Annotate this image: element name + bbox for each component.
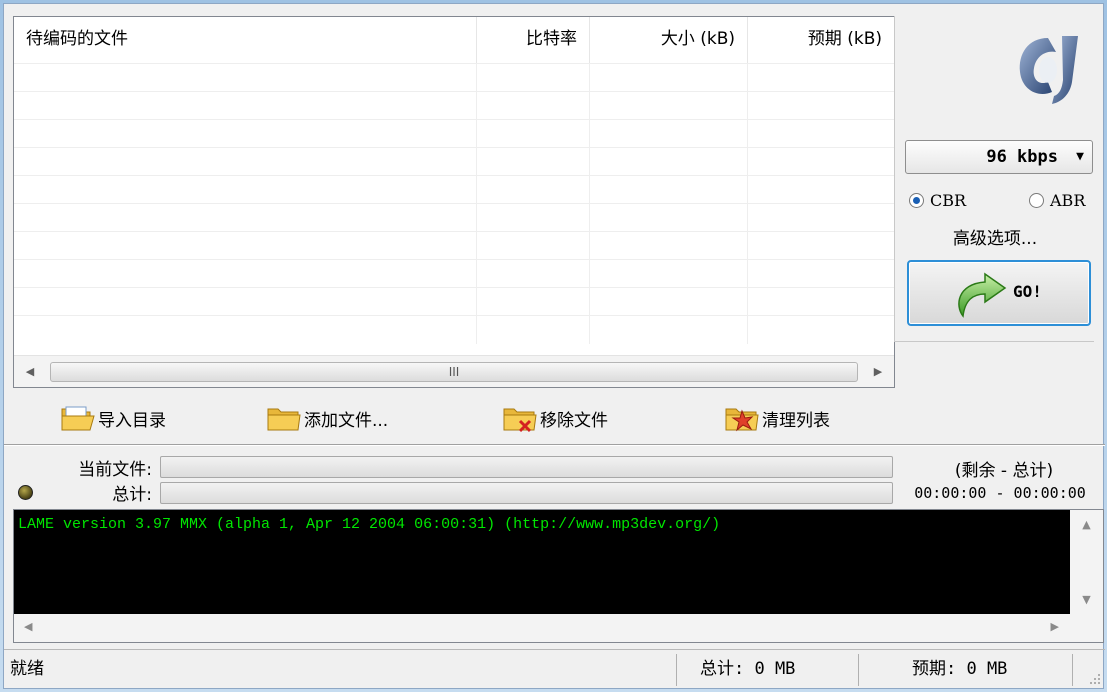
table-row [14,91,894,120]
time-readout: 00:00:00 - 00:00:00 [914,484,1086,502]
clear-list-icon [725,408,759,432]
remove-files-label: 移除文件 [540,410,608,431]
clear-list-button[interactable]: 清理列表 [724,400,830,436]
file-list-body [14,63,894,353]
status-ready: 就绪 [10,659,44,679]
dropdown-arrow-icon: ▼ [1076,149,1084,164]
current-file-progress-bar [160,456,893,478]
app-logo-icon [1019,36,1078,104]
scrollbar-thumb[interactable]: III [50,362,858,382]
go-button[interactable]: GO! [907,260,1091,326]
go-arrow-icon [958,272,1007,318]
table-row [14,175,894,204]
status-divider [858,654,859,686]
table-row [14,147,894,176]
total-progress-bar [160,482,893,504]
file-list-horizontal-scrollbar[interactable]: ◀ III ▶ [14,355,894,387]
advanced-options-link[interactable]: 高级选项... [895,224,1095,249]
scroll-right-icon[interactable]: ▶ [868,362,888,382]
radio-checked-icon [909,192,924,208]
status-divider [1072,654,1073,686]
size-grip-icon[interactable] [1089,673,1101,685]
add-files-label: 添加文件... [304,410,389,431]
scroll-up-icon[interactable]: ▲ [1070,518,1103,531]
divider [4,444,1105,446]
settings-panel: 96 kbps ▼ CBR ABR 高级选项... GO! [894,16,1094,342]
import-directory-button[interactable]: 导入目录 [60,400,166,436]
table-row [14,119,894,148]
add-files-button[interactable]: 添加文件... [266,400,388,436]
bitrate-value: 96 kbps [986,147,1058,167]
status-total: 总计: 0 MB [700,659,796,679]
table-row [14,287,894,316]
radio-unchecked-icon [1029,192,1044,208]
remove-files-button[interactable]: 移除文件 [502,400,608,436]
status-led-icon [18,485,33,500]
bitrate-select[interactable]: 96 kbps ▼ [905,140,1093,174]
file-list-header: 待编码的文件 比特率 大小 (kB) 预期 (kB) [14,17,894,63]
file-list[interactable]: 待编码的文件 比特率 大小 (kB) 预期 (kB) ◀ III ▶ [13,16,895,388]
go-button-label: GO! [1013,282,1042,301]
scroll-right-icon[interactable]: ▶ [1051,620,1059,633]
log-line: LAME version 3.97 MMX (alpha 1, Apr 12 2… [18,516,721,533]
column-header-expected[interactable]: 预期 (kB) [748,17,894,63]
status-divider [676,654,677,686]
table-row [14,315,894,344]
abr-radio[interactable]: ABR [1029,188,1085,212]
scroll-left-icon[interactable]: ◀ [24,620,32,633]
log-vertical-scrollbar[interactable]: ▲ ▼ [1070,510,1103,614]
table-row [14,203,894,232]
cbr-label: CBR [930,190,967,210]
table-row [14,63,894,92]
current-file-label: 当前文件: [78,460,152,480]
table-row [14,259,894,288]
clear-list-label: 清理列表 [762,410,830,431]
scroll-left-icon[interactable]: ◀ [20,362,40,382]
scroll-down-icon[interactable]: ▼ [1070,593,1103,606]
status-bar: 就绪 总计: 0 MB 预期: 0 MB [4,649,1105,689]
folder-remove-icon [503,408,537,433]
app-window: 待编码的文件 比特率 大小 (kB) 预期 (kB) ◀ III ▶ 96 kb… [3,3,1105,689]
total-label: 总计: [112,485,152,505]
abr-label: ABR [1050,190,1086,210]
folder-open-icon [61,406,95,431]
import-directory-label: 导入目录 [98,410,166,431]
cbr-radio[interactable]: CBR [909,188,966,212]
status-expected: 预期: 0 MB [912,659,1008,679]
column-header-file[interactable]: 待编码的文件 [14,17,477,63]
table-row [14,231,894,260]
folder-icon [267,408,301,431]
column-header-bitrate[interactable]: 比特率 [477,17,590,63]
remaining-total-label: (剩余 - 总计) [954,461,1054,481]
column-header-size[interactable]: 大小 (kB) [590,17,748,63]
log-output: LAME version 3.97 MMX (alpha 1, Apr 12 2… [14,510,1070,614]
log-panel[interactable]: LAME version 3.97 MMX (alpha 1, Apr 12 2… [13,509,1104,643]
log-horizontal-scrollbar[interactable]: ◀ ▶ [14,614,1103,642]
toolbar: 导入目录 添加文件... 移除文件 清理列表 [4,394,894,442]
